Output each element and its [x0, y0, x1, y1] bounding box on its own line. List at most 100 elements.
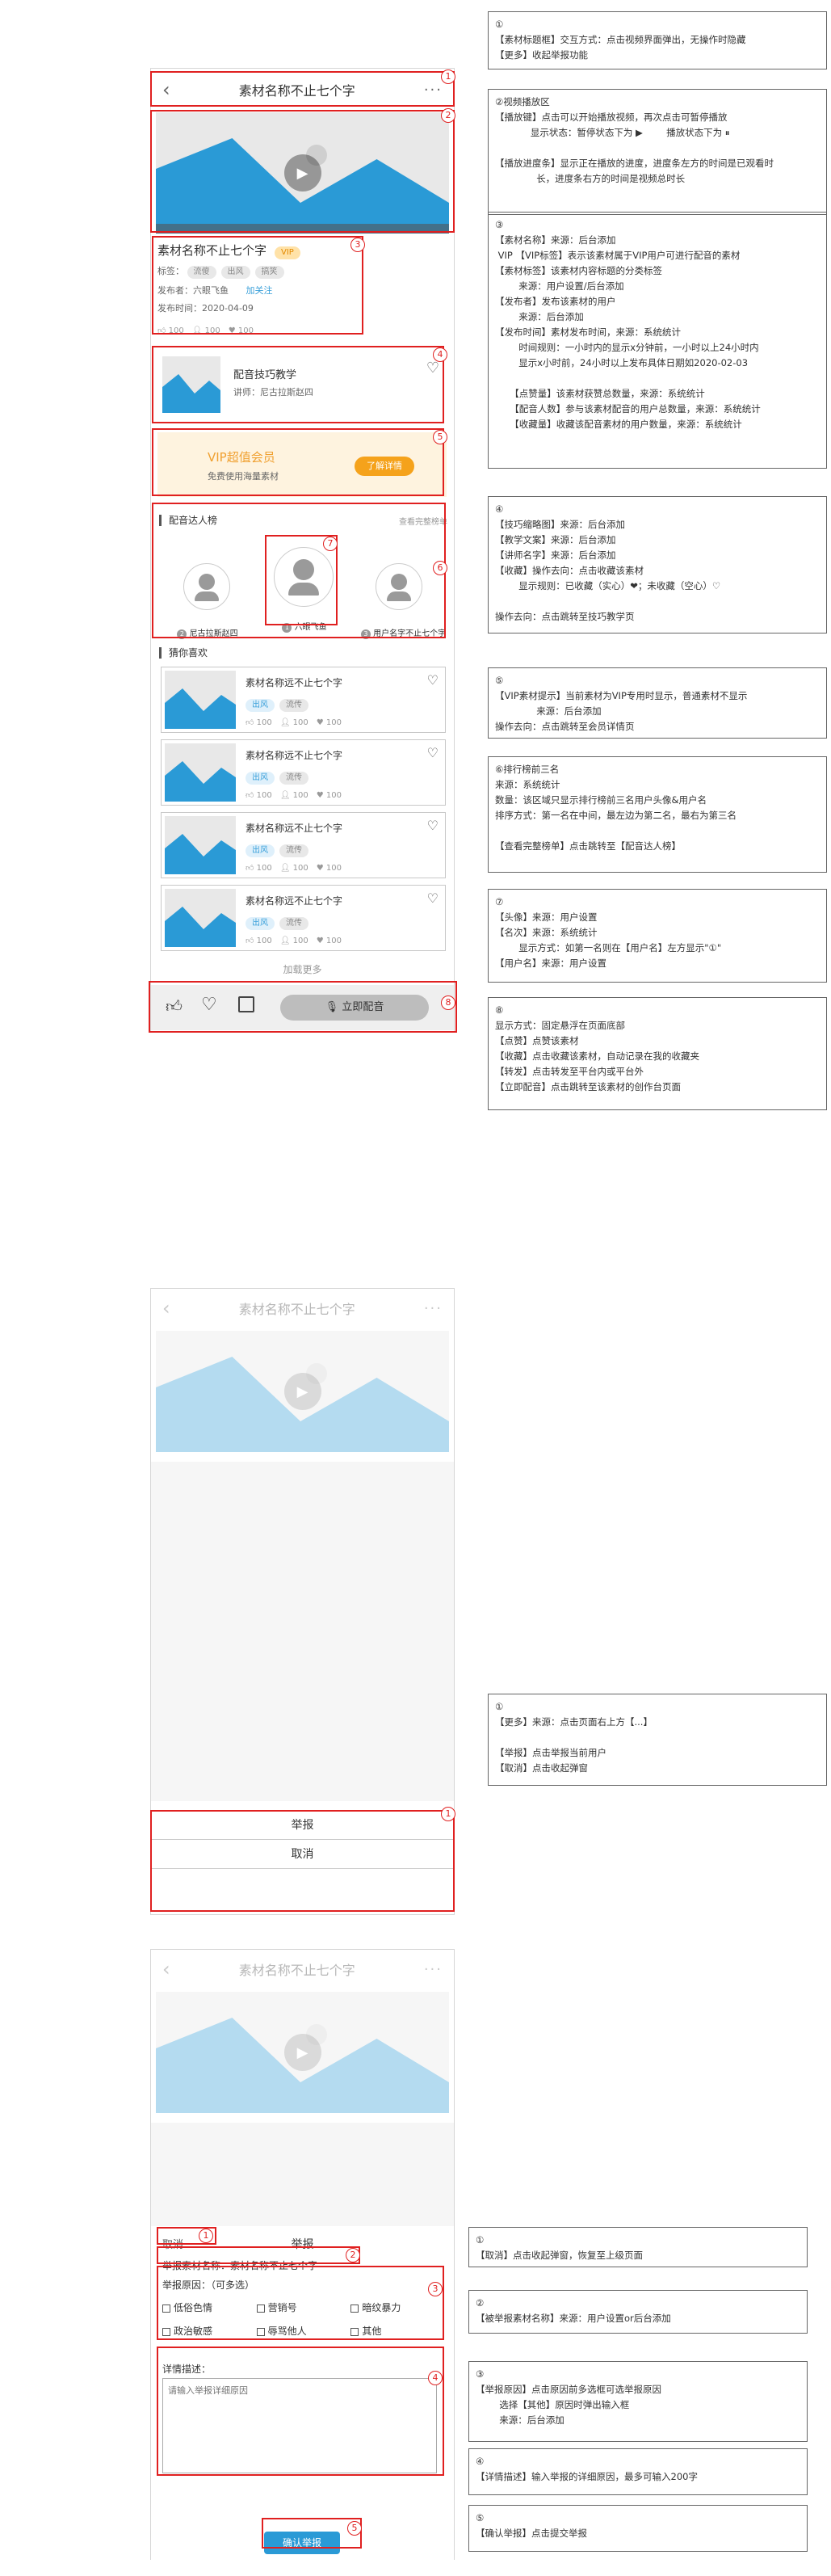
annotation: ⑧ 显示方式：固定悬浮在页面底部 【点赞】点赞该素材 【收藏】点击收藏该素材，自… [488, 997, 827, 1110]
like-count: 👍︎ 100 [246, 791, 272, 800]
user-count: 👤︎ 100 [279, 937, 308, 945]
like-count: 👍︎ 100 [246, 864, 272, 873]
marker: 4 [428, 2371, 443, 2385]
item-thumbnail [165, 816, 236, 874]
annotation: ③ 【素材名称】来源：后台添加 VIP 【VIP标签】表示该素材属于VIP用户可… [488, 212, 827, 469]
nav-bar: ‹ 素材名称不止七个字 ··· [151, 1289, 454, 1328]
marker: 5 [347, 2521, 362, 2536]
fav-count-value: 100 [325, 791, 342, 800]
highlight-box [157, 2266, 444, 2340]
highlight-box [157, 2347, 444, 2476]
play-icon: ▶ [283, 1373, 321, 1410]
like-count: 👍︎ 100 [246, 937, 272, 945]
marker: 3 [350, 238, 365, 252]
highlight-box [262, 2518, 362, 2549]
nav-title: 素材名称不止七个字 [238, 1302, 355, 1317]
annotation: ④ 【技巧缩略图】来源：后台添加 【教学文案】来源：后台添加 【讲师名字】来源：… [488, 496, 827, 633]
tag[interactable]: 流传 [279, 699, 308, 712]
annotation: ① 【取消】点击收起弹窗，恢复至上级页面 [468, 2227, 808, 2267]
favorite-icon[interactable]: ♡ [427, 672, 439, 688]
marker: 8 [441, 995, 455, 1010]
guess-title: 猜你喜欢 [169, 647, 208, 659]
annotation: ④ 【详情描述】输入举报的详细原因，最多可输入200字 [468, 2448, 808, 2495]
play-icon: ▶ [283, 2034, 321, 2071]
marker: 5 [433, 430, 447, 444]
annotation: ③ 【举报原因】点击原因前多选框可选举报原因 选择【其他】原因时弹出输入框 来源… [468, 2361, 808, 2442]
marker: 1 [441, 1807, 455, 1821]
highlight-box [152, 428, 444, 496]
dimmed-background: ‹ 素材名称不止七个字 ··· ▶ [151, 1289, 454, 1806]
tag[interactable]: 流传 [279, 772, 308, 785]
section-marker [159, 647, 162, 659]
tag[interactable]: 出风 [246, 917, 275, 930]
video-player: ▶ [156, 1992, 449, 2113]
marker: 2 [441, 108, 455, 123]
item-thumbnail [165, 743, 236, 802]
highlight-box [152, 236, 363, 335]
highlight-box [150, 1810, 455, 1912]
highlight-box [150, 71, 455, 107]
more-icon: ··· [423, 1960, 443, 1978]
annotation: ⑤ 【VIP素材提示】当前素材为VIP专用时显示，普通素材不显示 来源：后台添加… [488, 667, 827, 739]
fav-count-value: 100 [325, 937, 342, 945]
fav-count: ♥ 100 [316, 937, 342, 945]
highlight-box [149, 981, 457, 1033]
tag[interactable]: 流传 [279, 917, 308, 930]
tag[interactable]: 出风 [246, 699, 275, 712]
like-count-value: 100 [256, 718, 272, 727]
like-count-value: 100 [256, 791, 272, 800]
annotation: ②视频播放区 【播放键】点击可以开始播放视频，再次点击可暂停播放 显示状态：暂停… [488, 89, 827, 215]
guess-item[interactable]: 素材名称远不止七个字 出风 流传 👍︎ 100 👤︎ 100 ♥ 100 ♡ [161, 739, 446, 806]
fav-count-value: 100 [325, 864, 342, 873]
user-count-value: 100 [292, 937, 308, 945]
dimmed-background: ‹ 素材名称不止七个字 ··· ▶ [151, 1950, 454, 2228]
back-icon: ‹ [162, 1297, 170, 1320]
like-count-value: 100 [256, 864, 272, 873]
user-count-value: 100 [292, 864, 308, 873]
marker: 4 [433, 347, 447, 362]
fav-count: ♥ 100 [316, 864, 342, 873]
annotation: ⑤ 【确认举报】点击提交举报 [468, 2505, 808, 2552]
user-count: 👤︎ 100 [279, 718, 308, 727]
nav-title: 素材名称不止七个字 [238, 1963, 355, 1978]
fav-count: ♥ 100 [316, 718, 342, 727]
guess-item[interactable]: 素材名称远不止七个字 出风 流传 👍︎ 100 👤︎ 100 ♥ 100 ♡ [161, 667, 446, 733]
more-icon: ··· [423, 1299, 443, 1317]
placeholder-content [151, 1462, 454, 1801]
tag[interactable]: 流传 [279, 844, 308, 857]
highlight-box [157, 2246, 360, 2264]
nav-bar: ‹ 素材名称不止七个字 ··· [151, 1950, 454, 1989]
placeholder-content [151, 2123, 454, 2226]
tag[interactable]: 出风 [246, 772, 275, 785]
like-count: 👍︎ 100 [246, 718, 272, 727]
fav-count-value: 100 [325, 718, 342, 727]
item-thumbnail [165, 671, 236, 729]
user-count-value: 100 [292, 791, 308, 800]
marker: 2 [346, 2248, 360, 2262]
marker: 1 [199, 2229, 213, 2243]
video-player: ▶ [156, 1331, 449, 1452]
favorite-icon[interactable]: ♡ [427, 745, 439, 760]
annotation: ⑦ 【头像】来源：用户设置 【名次】来源：系统统计 显示方式：如第一名则在【用户… [488, 889, 827, 983]
highlight-box [150, 110, 455, 233]
marker: 1 [441, 69, 455, 84]
item-title: 素材名称远不止七个字 [246, 677, 343, 688]
load-more[interactable]: 加载更多 [151, 962, 454, 976]
favorite-icon[interactable]: ♡ [427, 890, 439, 906]
user-count-value: 100 [292, 718, 308, 727]
user-count: 👤︎ 100 [279, 864, 308, 873]
marker: 7 [323, 537, 338, 551]
annotation: ① 【素材标题框】交互方式：点击视频界面弹出，无操作时隐藏 【更多】收起举报功能 [488, 11, 827, 69]
guess-item[interactable]: 素材名称远不止七个字 出风 流传 👍︎ 100 👤︎ 100 ♥ 100 ♡ [161, 812, 446, 878]
item-title: 素材名称远不止七个字 [246, 750, 343, 761]
like-count-value: 100 [256, 937, 272, 945]
annotation: ⑥排行榜前三名 来源：系统统计 数量：该区域只显示排行榜前三名用户头像&用户名 … [488, 756, 827, 873]
user-count: 👤︎ 100 [279, 791, 308, 800]
marker: 3 [428, 2282, 443, 2296]
item-title: 素材名称远不止七个字 [246, 895, 343, 907]
guess-item[interactable]: 素材名称远不止七个字 出风 流传 👍︎ 100 👤︎ 100 ♥ 100 ♡ [161, 885, 446, 951]
annotation: ① 【更多】来源：点击页面右上方【...】 【举报】点击举报当前用户 【取消】点… [488, 1694, 827, 1786]
favorite-icon[interactable]: ♡ [427, 818, 439, 833]
highlight-box [152, 346, 444, 423]
tag[interactable]: 出风 [246, 844, 275, 857]
